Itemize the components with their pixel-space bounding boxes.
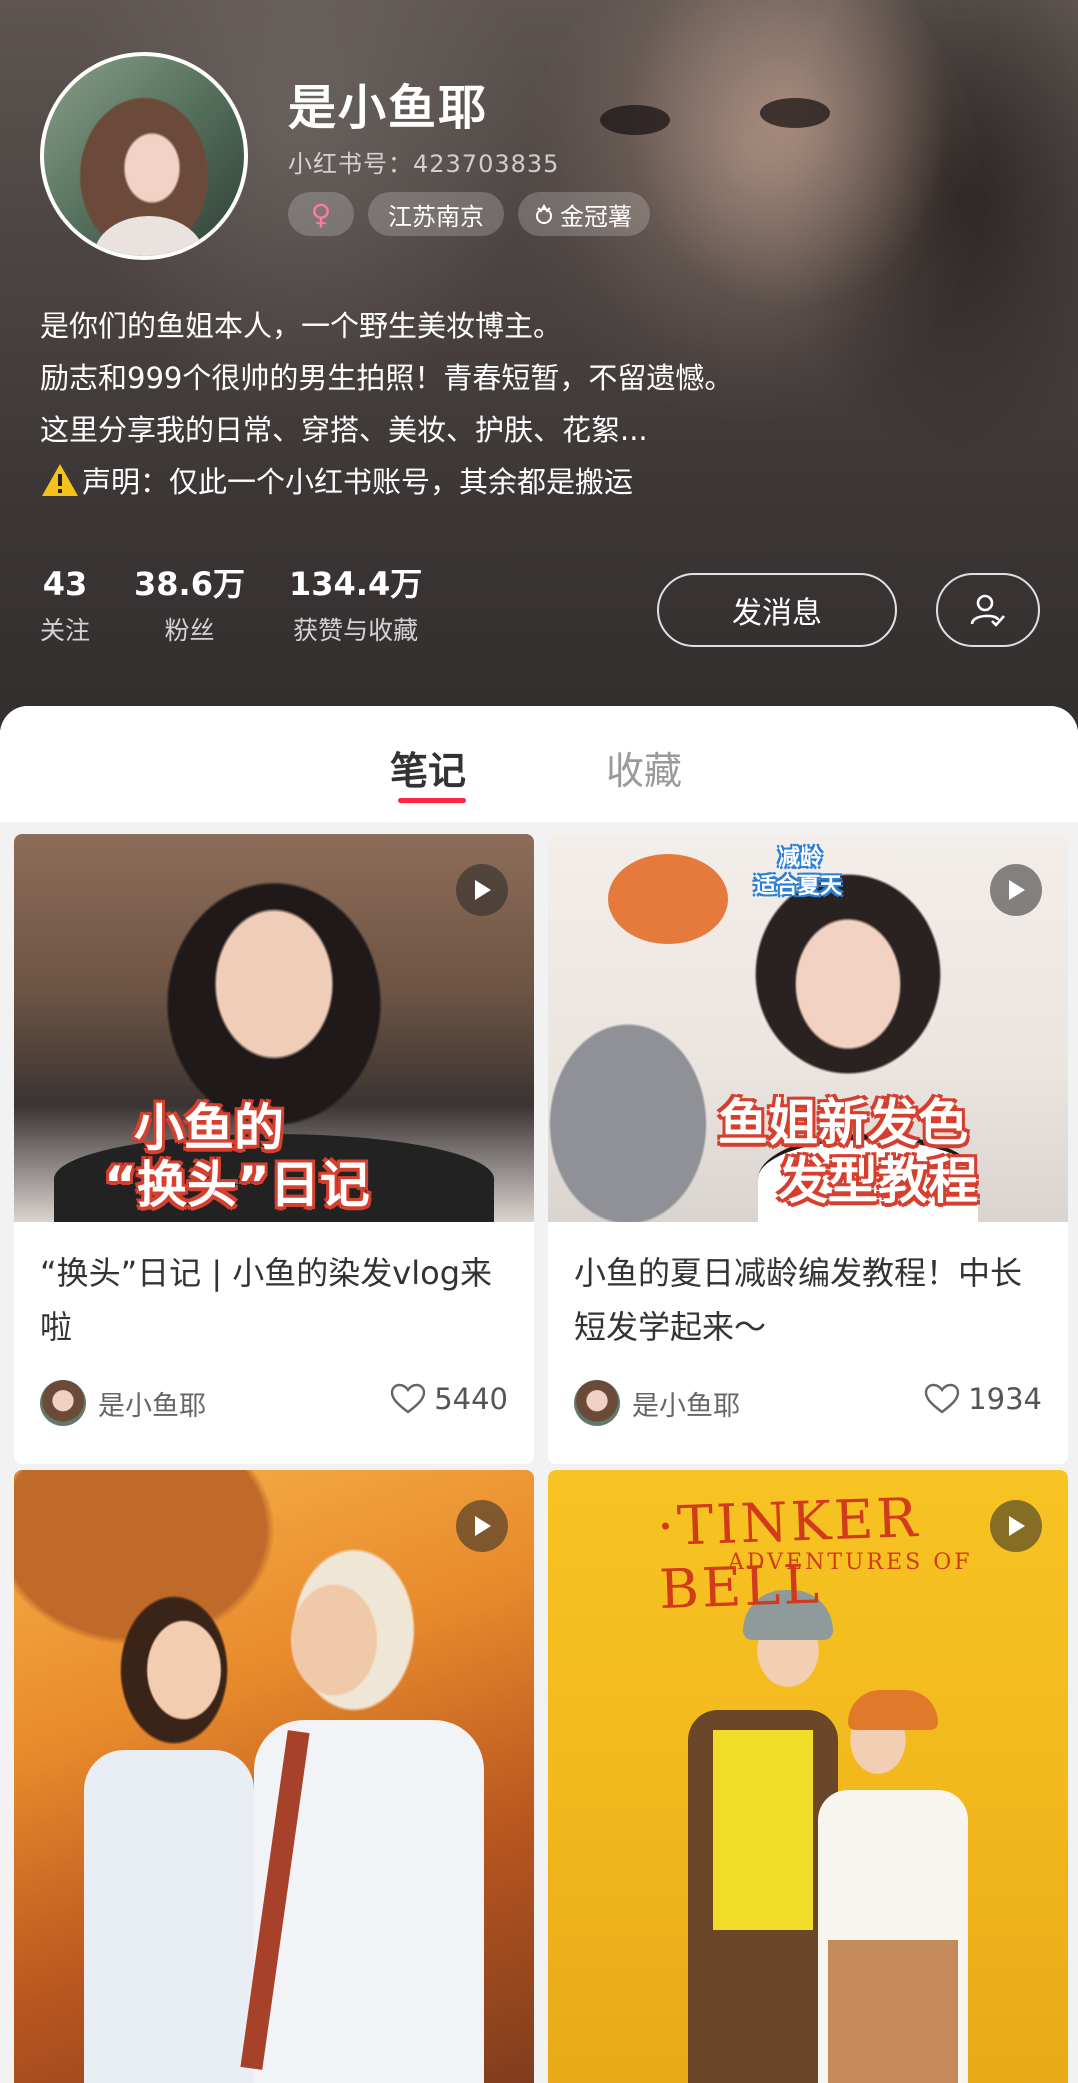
cover-title-line1: 小鱼的 [134,1099,284,1157]
bio-line: 是你们的鱼姐本人，一个野生美妆博主。 [40,309,563,343]
tab-collections[interactable]: 收藏 [606,740,682,795]
avatar[interactable] [40,52,248,260]
bio-line: 励志和999个很帅的男生拍照！青春短暂，不留遗憾。 [40,361,734,395]
author-avatar [40,1380,86,1426]
cover-detail [608,854,728,944]
profile-header: 是小鱼耶 小红书号：423703835 ♀ 江苏南京 金冠薯 是你们的鱼姐本人，… [0,0,1078,730]
stat-value: 134.4万 [288,565,423,603]
follow-button[interactable] [936,573,1040,647]
play-icon [456,864,508,916]
stat-followers[interactable]: 38.6万 粉丝 [134,562,245,650]
stat-label: 粉丝 [164,616,215,645]
heart-icon [390,1383,426,1414]
card-cover: 小鱼的 “换头”日记 [14,834,534,1222]
author-name: 是小鱼耶 [632,1390,740,1422]
heart-icon [924,1383,960,1414]
note-card[interactable]: 小鱼的 “换头”日记 “换头”日记 | 小鱼的染发vlog来啦 是小鱼耶 544… [14,834,534,1464]
note-card[interactable]: ·TINKER BELL ADVENTURES OF [548,1470,1068,2083]
note-card[interactable]: 减龄 适合夏天 鱼姐新发色 发型教程 小鱼的夏日减龄编发教程！中长短发学起来～ … [548,834,1068,1464]
author-name: 是小鱼耶 [98,1390,206,1422]
like-count: 1934 [968,1382,1042,1416]
cover-caption-line1: 减龄 [778,846,823,871]
profile-page: 是小鱼耶 小红书号：423703835 ♀ 江苏南京 金冠薯 是你们的鱼姐本人，… [0,0,1078,2083]
cover-detail [828,1940,958,2083]
stat-following[interactable]: 43 关注 [40,562,90,650]
header-photo-detail [760,98,830,128]
tab-bar: 笔记 收藏 [0,706,1078,822]
level-badge[interactable]: 金冠薯 [518,192,650,236]
warning-icon [42,464,78,496]
active-tab-indicator [398,798,466,803]
level-badge-label: 金冠薯 [560,202,632,231]
card-cover: 减龄 适合夏天 鱼姐新发色 发型教程 [548,834,1068,1222]
cover-caption-line2: 适合夏天 [754,874,843,899]
notes-sheet: 笔记 收藏 小鱼的 “换头”日记 “换头”日记 | 小鱼的染发vlog来啦 是小… [0,706,1078,2083]
profile-tags: ♀ 江苏南京 金冠薯 [288,192,650,236]
card-author[interactable]: 是小鱼耶 [40,1380,206,1426]
cover-detail [713,1730,813,1930]
author-avatar [574,1380,620,1426]
play-icon [990,864,1042,916]
card-author[interactable]: 是小鱼耶 [574,1380,740,1426]
cover-title-line2: “换头”日记 [104,1156,370,1214]
message-button[interactable]: 发消息 [657,573,897,647]
tab-notes[interactable]: 笔记 [390,740,466,795]
like-button[interactable]: 5440 [390,1382,508,1416]
play-icon [990,1500,1042,1552]
red-id[interactable]: 小红书号：423703835 [288,144,559,179]
cover-detail [848,1690,938,1730]
stat-label: 获赞与收藏 [293,616,419,645]
stat-label: 关注 [40,616,91,645]
crown-icon [536,204,552,224]
location-tag: 江苏南京 [368,192,504,236]
header-photo-detail [600,105,670,135]
bio-notice: 声明：仅此一个小红书账号，其余都是搬运 [82,465,634,499]
play-icon [456,1500,508,1552]
card-title: “换头”日记 | 小鱼的染发vlog来啦 [40,1254,493,1346]
profile-bio: 是你们的鱼姐本人，一个野生美妆博主。 励志和999个很帅的男生拍照！青春短暂，不… [40,300,733,508]
cover-subtitle: ADVENTURES OF [728,1550,973,1575]
note-card[interactable] [14,1470,534,2083]
user-check-icon [970,594,1005,627]
cover-title-line2: 发型教程 [778,1152,978,1210]
stat-value: 38.6万 [134,565,245,603]
profile-name: 是小鱼耶 [288,80,489,136]
card-cover [14,1470,534,2083]
cover-title-line1: 鱼姐新发色 [718,1094,968,1152]
stat-likes[interactable]: 134.4万 获赞与收藏 [289,562,422,650]
avatar-detail [94,216,204,256]
stat-value: 43 [42,565,88,603]
profile-stats: 43 关注 38.6万 粉丝 134.4万 获赞与收藏 [40,562,466,650]
card-cover: ·TINKER BELL ADVENTURES OF [548,1470,1068,2083]
bio-notice-line: 声明：仅此一个小红书账号，其余都是搬运 [40,456,733,508]
like-count: 5440 [434,1382,508,1416]
bio-line: 这里分享我的日常、穿搭、美妆、护肤、花絮... [40,413,648,447]
gender-tag: ♀ [288,192,354,236]
like-button[interactable]: 1934 [924,1382,1042,1416]
card-title: 小鱼的夏日减龄编发教程！中长短发学起来～ [574,1254,1023,1346]
cover-detail [84,1750,254,2083]
